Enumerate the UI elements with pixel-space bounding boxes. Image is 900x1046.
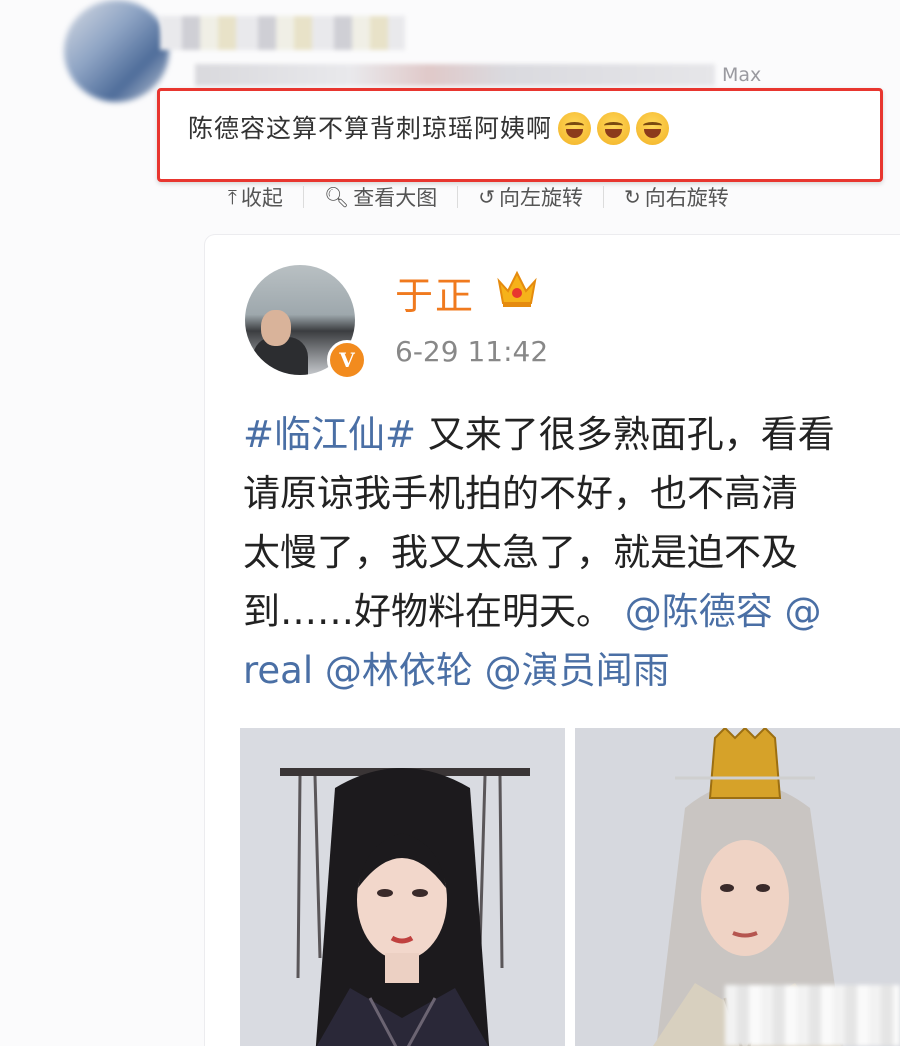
- screenshot-page: Max 陈德容这算不算背刺琼瑶阿姨啊 ⤒ 收起 🔍︎ 查看大图 ↺ 向左旋转 ↻…: [0, 0, 900, 1046]
- post-photo-actress[interactable]: [240, 728, 565, 1046]
- post-text: 到……好物料在明天。: [243, 590, 613, 633]
- rotate-right-label: 向右旋转: [644, 186, 729, 210]
- toolbar-divider: [603, 186, 604, 208]
- crown-icon: [497, 270, 537, 307]
- verified-badge-icon: V: [327, 340, 367, 380]
- collapse-label: 收起: [240, 186, 283, 210]
- collapse-icon: ⤒: [228, 185, 237, 209]
- post-author-name[interactable]: 于正: [395, 265, 475, 320]
- rotate-left-label: 向左旋转: [499, 186, 583, 210]
- post-line: 到……好物料在明天。 @陈德容 @: [243, 582, 900, 641]
- embedded-post-screenshot: V 于正 6-29 11:42 #临江仙# 又来了很多熟面孔，看看 请原谅我手机…: [205, 235, 900, 1046]
- rotate-right-icon: ↻: [624, 185, 641, 209]
- device-label: Max: [722, 64, 762, 86]
- toolbar-divider: [302, 186, 304, 208]
- view-large-button[interactable]: 🔍︎ 查看大图: [324, 182, 437, 212]
- comment-content: 陈德容这算不算背刺琼瑶阿姨啊: [188, 109, 670, 147]
- mention-line[interactable]: real @林依轮 @演员闻雨: [243, 641, 900, 700]
- comment-text: 陈德容这算不算背刺琼瑶阿姨啊: [188, 114, 553, 143]
- rotate-left-button[interactable]: ↺ 向左旋转: [478, 182, 583, 212]
- post-timestamp: 6-29 11:42: [395, 335, 549, 368]
- hashtag-link[interactable]: #临江仙#: [243, 413, 416, 456]
- toolbar-divider: [457, 186, 459, 208]
- collapse-button[interactable]: ⤒ 收起: [228, 182, 283, 212]
- avatar-figure-face: [261, 310, 291, 346]
- post-body: #临江仙# 又来了很多熟面孔，看看 请原谅我手机拍的不好，也不高清 太慢了，我又…: [243, 405, 900, 700]
- magnifier-icon: 🔍︎: [323, 185, 350, 209]
- image-toolbar: ⤒ 收起 🔍︎ 查看大图 ↺ 向左旋转 ↻ 向右旋转: [228, 180, 729, 214]
- actress-portrait-image: [240, 728, 565, 1046]
- commenter-avatar[interactable]: [64, 0, 169, 102]
- view-large-label: 查看大图: [353, 186, 438, 210]
- post-text: 又来了很多熟面孔，看看: [416, 413, 835, 456]
- highlighted-comment: 陈德容这算不算背刺琼瑶阿姨啊: [157, 88, 883, 182]
- post-line: 太慢了，我又太急了，就是迫不及: [243, 531, 798, 574]
- post-line: 请原谅我手机拍的不好，也不高清: [243, 472, 798, 515]
- commenter-meta-blurred: [195, 64, 715, 86]
- commenter-name-blurred: [160, 16, 405, 50]
- mention-link[interactable]: @陈德容 @: [613, 590, 822, 633]
- laughing-emoji-icon: [597, 111, 631, 145]
- watermark-blurred: [725, 985, 900, 1046]
- rotate-left-icon: ↺: [478, 185, 495, 209]
- laughing-emoji-icon: [558, 111, 592, 145]
- rotate-right-button[interactable]: ↻ 向右旋转: [624, 182, 729, 212]
- laughing-emoji-icon: [636, 111, 670, 145]
- post-line: #临江仙# 又来了很多熟面孔，看看: [243, 405, 900, 464]
